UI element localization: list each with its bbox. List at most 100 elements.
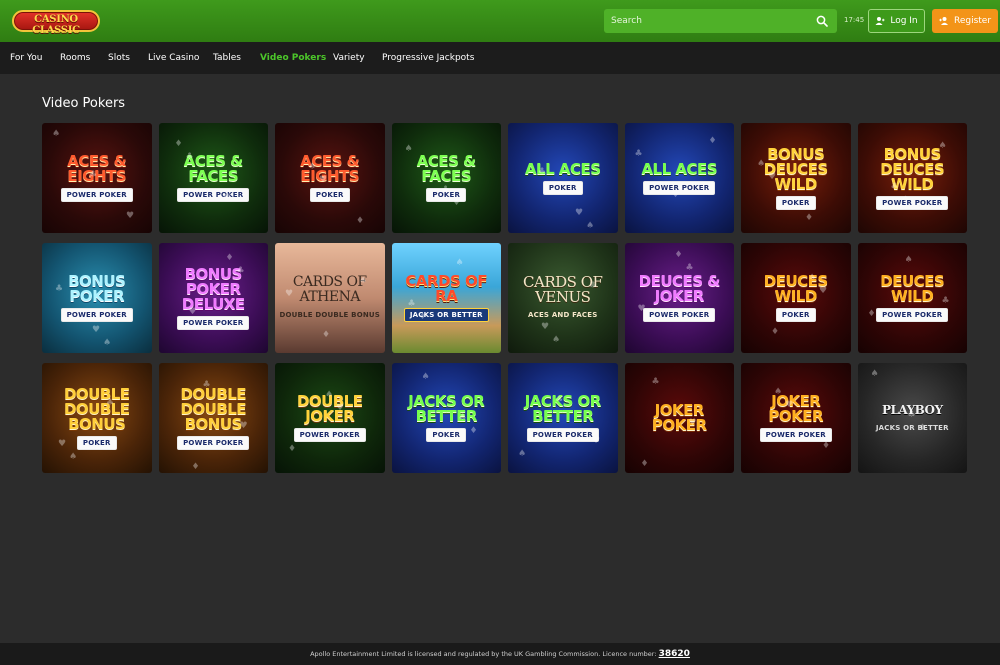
game-tile[interactable]: ♠ ♣ ♥ Bonus Poker POWER POKER <box>42 243 152 353</box>
register-button[interactable]: Register <box>932 9 998 33</box>
category-nav: For You Rooms Slots Live Casino Tables V… <box>0 42 1000 74</box>
game-tile[interactable]: ♥ ♦ ♠ Bonus Deuces Wild POKER <box>741 123 851 233</box>
game-badge: POWER POKER <box>876 308 949 322</box>
card-suit-icon: ♥ <box>592 436 601 446</box>
card-suit-icon: ♥ <box>768 172 777 182</box>
nav-item-slots[interactable]: Slots <box>108 53 130 63</box>
game-tile[interactable]: ♣ ♥ ♦ Aces & Faces POWER POKER <box>158 123 268 233</box>
game-badge: ACES AND FACES <box>528 311 598 319</box>
game-badge: POWER POKER <box>60 188 133 202</box>
login-button[interactable]: Log In <box>868 9 925 33</box>
card-suit-icon: ♣ <box>202 380 211 390</box>
card-suit-icon: ♠ <box>757 159 766 169</box>
game-badge: POWER POKER <box>643 308 716 322</box>
game-title: Joker Poker <box>651 401 707 434</box>
game-tile[interactable]: ♣ ♥ ♦ Double Double Bonus POWER POKER <box>158 363 268 473</box>
card-suit-icon: ♠ <box>359 276 368 286</box>
section-title: Video Pokers <box>42 96 126 111</box>
nav-item-rooms[interactable]: Rooms <box>60 53 90 63</box>
card-suit-icon: ♦ <box>901 195 910 205</box>
nav-item-for-you[interactable]: For You <box>10 53 42 63</box>
card-suit-icon: ♣ <box>458 413 467 423</box>
card-suit-icon: ♦ <box>708 136 717 146</box>
game-tile[interactable]: ♦ ♠ ♣ Bonus Deuces Wild POWER POKER <box>857 123 967 233</box>
card-suit-icon: ♥ <box>126 211 135 221</box>
nav-item-video-pokers[interactable]: Video Pokers <box>260 53 326 63</box>
nav-item-progressive-jackpots[interactable]: Progressive Jackpots <box>382 53 474 63</box>
card-suit-icon: ♦ <box>418 312 427 322</box>
card-suit-icon: ♥ <box>319 175 328 185</box>
card-suit-icon: ♣ <box>407 299 416 309</box>
card-suit-icon: ♥ <box>58 439 67 449</box>
game-tile[interactable]: ♥ ♦ ♠ Double Joker POWER POKER <box>275 363 385 473</box>
casino-logo[interactable]: CASINO CLASSIC <box>12 10 100 36</box>
card-suit-icon: ♥ <box>785 400 794 410</box>
game-badge: POKER <box>775 195 816 210</box>
card-suit-icon: ♦ <box>174 139 183 149</box>
game-grid: ♠ ♣ ♥ Aces & Eights POWER POKER ♣ ♥ ♦ Aces & Fac… <box>42 123 967 474</box>
game-tile[interactable]: ♣ ♥ ♦ All Aces POWER POKER <box>624 123 734 233</box>
game-tile[interactable]: ♠ ♣ ♥ Aces & Eights POWER POKER <box>42 123 152 233</box>
card-suit-icon: ♦ <box>452 198 461 208</box>
card-suit-icon: ♠ <box>774 387 783 397</box>
card-suit-icon: ♦ <box>674 250 683 260</box>
logo-text: CASINO CLASSIC <box>32 14 80 36</box>
game-tile[interactable]: ♥ ♦ ♠ Cards of Athena DOUBLE DOUBLE BONUS <box>275 243 385 353</box>
card-suit-icon: ♦ <box>225 253 234 263</box>
nav-item-variety[interactable]: Variety <box>333 53 365 63</box>
game-badge: POWER POKER <box>293 428 366 442</box>
game-badge: POWER POKER <box>177 188 250 202</box>
card-suit-icon: ♦ <box>640 459 649 469</box>
card-suit-icon: ♦ <box>356 216 365 226</box>
search-input[interactable] <box>604 9 804 33</box>
card-suit-icon: ♦ <box>805 213 814 223</box>
game-tile[interactable]: ♦ ♠ ♣ Deuces Wild POWER POKER <box>857 243 967 353</box>
register-label: Register <box>953 16 992 26</box>
card-suit-icon: ♠ <box>103 338 112 348</box>
game-tile[interactable]: ♣ ♥ ♦ Bonus Poker Deluxe POWER POKER <box>158 243 268 353</box>
card-suit-icon: ♣ <box>89 170 98 180</box>
game-tile[interactable]: ♠ ♣ ♥ Cards of Venus ACES AND FACES <box>508 243 618 353</box>
card-suit-icon: ♥ <box>239 421 248 431</box>
card-suit-icon: ♣ <box>538 167 547 177</box>
card-suit-icon: ♦ <box>191 462 200 472</box>
game-badge: DOUBLE DOUBLE BONUS <box>279 311 381 319</box>
card-suit-icon: ♦ <box>771 327 780 337</box>
game-title: All Aces <box>641 159 718 178</box>
game-title: All Aces <box>524 159 601 178</box>
game-badge: POKER <box>775 308 816 322</box>
top-bar: CASINO CLASSIC 17:45 Log In Register <box>0 0 1000 42</box>
game-tile[interactable]: ♠ ♣ ♥ Jacks or Better POWER POKER <box>508 363 618 473</box>
search-icon[interactable] <box>816 15 828 27</box>
game-tile[interactable]: ♦ ♠ ♣ Cards of Ra JACKS OR BETTER <box>391 243 501 353</box>
game-badge: POWER POKER <box>60 308 133 322</box>
game-tile[interactable]: ♠ ♣ ♥ Double Double Bonus POKER <box>42 363 152 473</box>
game-title: Cards of Venus <box>523 273 603 306</box>
game-tile[interactable]: ♣ ♥ ♦ Deuces & Joker POWER POKER <box>624 243 734 353</box>
nav-item-live-casino[interactable]: Live Casino <box>148 53 199 63</box>
game-tile[interactable]: ♦ ♠ ♣ Jacks or Better POKER <box>391 363 501 473</box>
nav-item-tables[interactable]: Tables <box>213 53 241 63</box>
card-suit-icon: ♣ <box>589 281 598 291</box>
card-suit-icon: ♥ <box>671 190 680 200</box>
search-box[interactable] <box>604 9 837 33</box>
game-tile[interactable]: ♥ ♦ ♠ Deuces Wild POKER <box>741 243 851 353</box>
game-badge: POWER POKER <box>759 428 832 442</box>
game-tile[interactable]: ♦ ♠ ♣ Playboy JACKS OR BETTER <box>857 363 967 473</box>
game-tile[interactable]: ♣ ♥ ♦ Joker Poker <box>624 363 734 473</box>
card-suit-icon: ♣ <box>941 296 950 306</box>
licence-number-link[interactable]: 38620 <box>659 649 690 659</box>
card-suit-icon: ♣ <box>106 398 115 408</box>
game-tile[interactable]: ♥ ♦ ♠ Joker Poker POWER POKER <box>741 363 851 473</box>
card-suit-icon: ♠ <box>325 390 334 400</box>
card-suit-icon: ♠ <box>870 369 879 379</box>
card-suit-icon: ♠ <box>421 372 430 382</box>
game-tile[interactable]: ♠ ♣ ♥ All Aces POKER <box>508 123 618 233</box>
game-tile[interactable]: ♦ ♠ ♣ Aces & Faces POKER <box>391 123 501 233</box>
card-suit-icon: ♦ <box>822 441 831 451</box>
card-suit-icon: ♠ <box>586 221 595 231</box>
card-suit-icon: ♦ <box>867 309 876 319</box>
game-title: Double Double Bonus <box>180 384 247 433</box>
game-tile[interactable]: ♥ ♦ ♠ Aces & Eights POKER <box>275 123 385 233</box>
card-suit-icon: ♣ <box>907 410 916 420</box>
